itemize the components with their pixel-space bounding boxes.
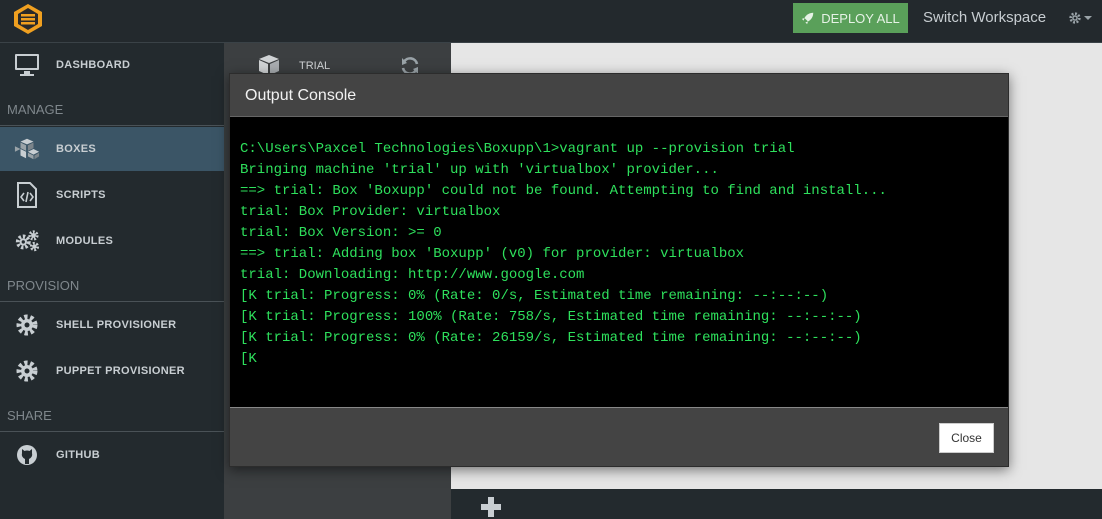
sidebar: DASHBOARD MANAGE BOXES SCRIPTS MODULES P… bbox=[0, 43, 224, 519]
gears-icon bbox=[14, 228, 40, 254]
section-label-provision: PROVISION bbox=[7, 278, 80, 293]
console-line: trial: Box Version: >= 0 bbox=[240, 225, 442, 241]
sidebar-item-boxes[interactable]: BOXES bbox=[0, 127, 224, 171]
add-icon[interactable] bbox=[479, 495, 503, 519]
console-line: ==> trial: Adding box 'Boxupp' (v0) for … bbox=[240, 246, 745, 262]
console-line: [K trial: Progress: 0% (Rate: 26159/s, E… bbox=[240, 330, 862, 346]
caret-down-icon bbox=[1084, 16, 1092, 20]
console-line: [K trial: Progress: 0% (Rate: 0/s, Estim… bbox=[240, 288, 829, 304]
section-label-manage: MANAGE bbox=[7, 102, 64, 117]
modal-title: Output Console bbox=[245, 87, 357, 104]
divider bbox=[0, 431, 224, 432]
sidebar-item-dashboard[interactable]: DASHBOARD bbox=[0, 43, 224, 87]
console-line: trial: Box Provider: virtualbox bbox=[240, 204, 501, 220]
code-file-icon bbox=[14, 182, 40, 208]
sidebar-item-github[interactable]: GITHUB bbox=[0, 433, 224, 477]
console-line: C:\Users\Paxcel Technologies\Boxupp\1>va… bbox=[240, 141, 795, 157]
modal-header: Output Console bbox=[230, 74, 1008, 116]
divider bbox=[0, 125, 224, 126]
console-line: Bringing machine 'trial' up with 'virtua… bbox=[240, 162, 719, 178]
box-name-label[interactable]: TRIAL bbox=[299, 60, 330, 72]
deploy-all-label: DEPLOY ALL bbox=[821, 10, 900, 26]
sidebar-item-puppet-provisioner[interactable]: PUPPET PROVISIONER bbox=[0, 349, 224, 393]
gear-icon bbox=[14, 312, 40, 338]
sidebar-item-scripts[interactable]: SCRIPTS bbox=[0, 173, 224, 217]
section-label-share: SHARE bbox=[7, 408, 52, 423]
switch-workspace-link[interactable]: Switch Workspace bbox=[923, 9, 1046, 26]
bottom-bar bbox=[451, 489, 1102, 519]
monitor-icon bbox=[14, 52, 40, 78]
console-output[interactable]: C:\Users\Paxcel Technologies\Boxupp\1>va… bbox=[230, 116, 1008, 408]
sidebar-item-label: BOXES bbox=[56, 143, 97, 155]
console-line: trial: Downloading: http://www.google.co… bbox=[240, 267, 585, 283]
top-bar: DEPLOY ALL Switch Workspace bbox=[0, 0, 1102, 43]
rocket-icon bbox=[802, 12, 814, 25]
gear-icon bbox=[1069, 12, 1081, 24]
github-icon bbox=[14, 442, 40, 468]
boxes-icon bbox=[14, 136, 40, 162]
sidebar-item-label: SCRIPTS bbox=[56, 189, 106, 201]
sidebar-item-label: SHELL PROVISIONER bbox=[56, 319, 177, 331]
close-button[interactable]: Close bbox=[939, 423, 994, 453]
sidebar-item-label: DASHBOARD bbox=[56, 59, 131, 71]
divider bbox=[0, 301, 224, 302]
sidebar-item-modules[interactable]: MODULES bbox=[0, 219, 224, 263]
modal-footer: Close bbox=[230, 408, 1008, 466]
boxupp-logo-icon[interactable] bbox=[12, 3, 44, 35]
console-line: ==> trial: Box 'Boxupp' could not be fou… bbox=[240, 183, 887, 199]
deploy-all-button[interactable]: DEPLOY ALL bbox=[793, 3, 908, 33]
console-line: [K trial: Progress: 100% (Rate: 758/s, E… bbox=[240, 309, 862, 325]
sidebar-item-label: MODULES bbox=[56, 235, 114, 247]
sidebar-item-label: PUPPET PROVISIONER bbox=[56, 365, 185, 377]
settings-menu[interactable] bbox=[1068, 10, 1092, 26]
console-line: [K bbox=[240, 351, 257, 367]
sidebar-item-label: GITHUB bbox=[56, 449, 100, 461]
gear-icon bbox=[14, 358, 40, 384]
output-console-modal: Output Console C:\Users\Paxcel Technolog… bbox=[229, 73, 1009, 467]
sidebar-item-shell-provisioner[interactable]: SHELL PROVISIONER bbox=[0, 303, 224, 347]
